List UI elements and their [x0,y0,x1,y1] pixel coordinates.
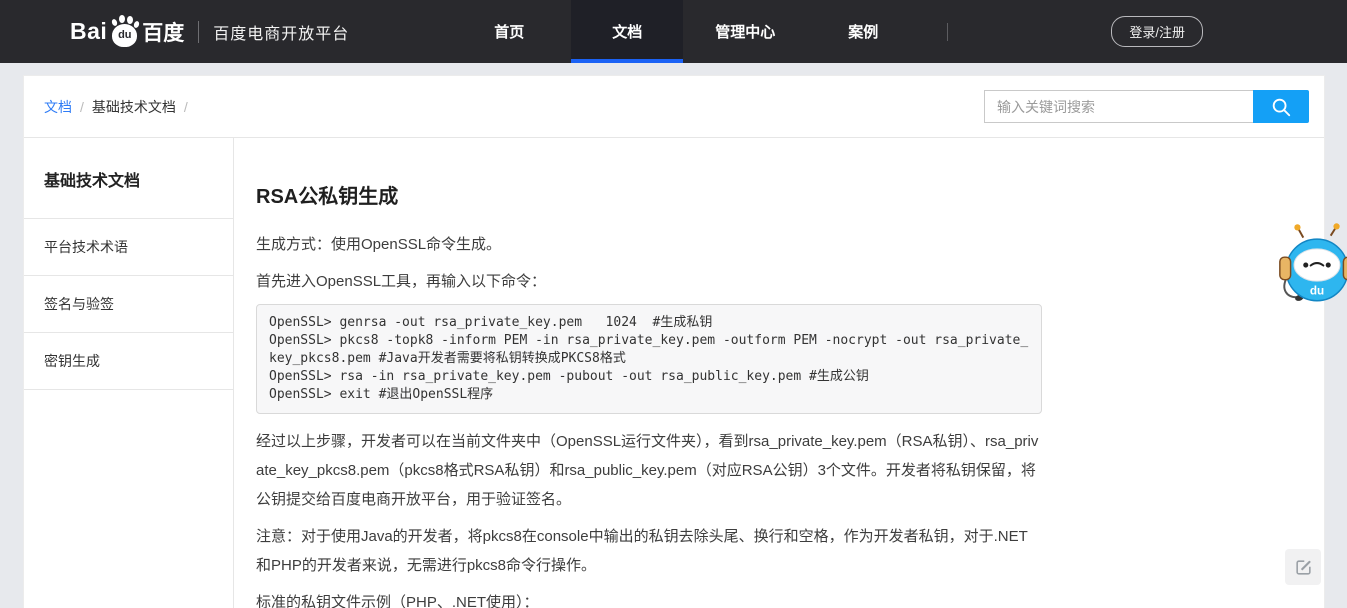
doc-article: RSA公私钥生成 生成方式：使用OpenSSL命令生成。 首先进入OpenSSL… [234,138,1324,608]
breadcrumb-row: 文档 / 基础技术文档 / [24,76,1324,138]
paragraph-java-note: 注意：对于使用Java的开发者，将pkcs8在console中输出的私钥去除头尾… [256,522,1042,580]
paragraph-generation-method: 生成方式：使用OpenSSL命令生成。 [256,230,1042,259]
search-button[interactable] [1253,90,1309,123]
logo-divider [198,21,199,43]
edit-compose-icon [1294,558,1313,577]
breadcrumb-separator: / [184,99,188,115]
mascot-du-label: du [1310,284,1324,297]
baidu-paw-icon: du [108,15,140,49]
paragraph-openssl-intro: 首先进入OpenSSL工具，再输入以下命令： [256,267,1042,296]
breadcrumb-current: 基础技术文档 [92,97,176,117]
sidebar-item-key-generation[interactable]: 密钥生成 [24,333,233,390]
nav-item-home[interactable]: 首页 [453,0,565,63]
content-card: 文档 / 基础技术文档 / 基础技术文档 平台技术术语 签名与验签 密钥生成 [23,75,1325,608]
nav-item-management[interactable]: 管理中心 [689,0,801,63]
login-register-button[interactable]: 登录/注册 [1111,16,1203,47]
nav-divider [947,23,948,41]
logo-text-bai: Bai [70,18,107,45]
paragraph-steps-result: 经过以上步骤，开发者可以在当前文件夹中（OpenSSL运行文件夹），看到rsa_… [256,427,1042,514]
du-chatbot-mascot-icon[interactable]: du [1273,221,1347,311]
baidu-logo[interactable]: Bai du 百度 百度电商开放平台 [70,15,349,49]
code-block-openssl-commands: OpenSSL> genrsa -out rsa_private_key.pem… [256,304,1042,414]
nav-item-docs[interactable]: 文档 [571,0,683,63]
breadcrumb-docs-link[interactable]: 文档 [44,97,72,117]
nav-item-cases[interactable]: 案例 [807,0,919,63]
page-title: RSA公私钥生成 [256,180,1042,209]
breadcrumb-separator: / [80,99,84,115]
platform-subtitle: 百度电商开放平台 [213,20,349,44]
doc-sidebar: 基础技术文档 平台技术术语 签名与验签 密钥生成 [24,138,234,608]
paragraph-key-example-label: 标准的私钥文件示例（PHP、.NET使用）： [256,588,1042,608]
search-input[interactable] [984,90,1253,123]
search-icon [1270,96,1292,118]
sidebar-item-platform-terms[interactable]: 平台技术术语 [24,219,233,276]
paw-du-label: du [112,24,137,47]
search-box [984,90,1309,123]
sidebar-item-signature[interactable]: 签名与验签 [24,276,233,333]
feedback-edit-button[interactable] [1285,549,1321,585]
logo-text-cn: 百度 [142,17,184,47]
main-nav: 首页 文档 管理中心 案例 [453,0,948,63]
sidebar-title: 基础技术文档 [24,138,233,219]
top-nav-bar: Bai du 百度 百度电商开放平台 首页 文档 管理中心 案例 登录/注册 [0,0,1347,63]
breadcrumb: 文档 / 基础技术文档 / [44,97,188,117]
